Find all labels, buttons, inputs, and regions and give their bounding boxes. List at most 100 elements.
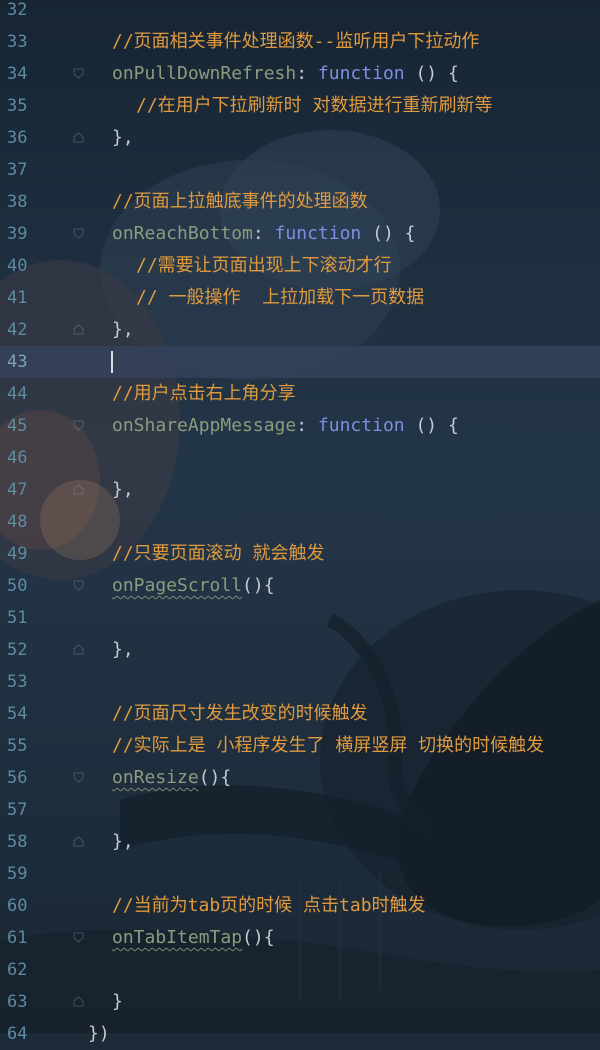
line-number: 36 bbox=[7, 128, 28, 148]
fold-start-icon[interactable] bbox=[73, 932, 84, 943]
fold-start-icon[interactable] bbox=[73, 228, 84, 239]
code-punctuation: }, bbox=[112, 831, 134, 852]
code-line[interactable]: 64}) bbox=[0, 1018, 600, 1050]
code-punctuation: } bbox=[112, 991, 123, 1012]
code-property: onShareAppMessage bbox=[112, 415, 297, 436]
code-line[interactable]: 37 bbox=[0, 154, 600, 186]
code-punctuation: }, bbox=[112, 127, 134, 148]
fold-end-icon[interactable] bbox=[73, 484, 84, 495]
line-number: 61 bbox=[7, 928, 28, 948]
code-line[interactable]: 40 //需要让页面出现上下滚动才行 bbox=[0, 250, 600, 282]
code-text: //用户点击右上角分享 bbox=[112, 378, 296, 410]
code-property: onTabItemTap bbox=[112, 927, 243, 948]
code-punctuation: }, bbox=[112, 639, 134, 660]
code-line[interactable]: 47}, bbox=[0, 474, 600, 506]
code-line[interactable]: 61 onTabItemTap(){ bbox=[0, 922, 600, 954]
code-line[interactable]: 41 // 一般操作 上拉加载下一页数据 bbox=[0, 282, 600, 314]
code-keyword: function bbox=[317, 415, 405, 436]
line-number: 57 bbox=[7, 800, 28, 820]
code-line[interactable]: 33 //页面相关事件处理函数--监听用户下拉动作 bbox=[0, 26, 600, 58]
fold-end-icon[interactable] bbox=[73, 996, 84, 1007]
code-line[interactable]: 56 onResize(){ bbox=[0, 762, 600, 794]
code-line[interactable]: 60 //当前为tab页的时候 点击tab时触发 bbox=[0, 890, 600, 922]
fold-start-icon[interactable] bbox=[73, 772, 84, 783]
code-text: onResize(){ bbox=[112, 762, 231, 794]
line-number: 45 bbox=[7, 416, 28, 436]
code-line[interactable]: 50 onPageScroll(){ bbox=[0, 570, 600, 602]
code-text: //只要页面滚动 就会触发 bbox=[112, 538, 325, 570]
fold-end-icon[interactable] bbox=[73, 836, 84, 847]
code-line[interactable]: 35 //在用户下拉刷新时 对数据进行重新刷新等 bbox=[0, 90, 600, 122]
line-number: 60 bbox=[7, 896, 28, 916]
line-number: 46 bbox=[7, 448, 28, 468]
line-number: 62 bbox=[7, 960, 28, 980]
fold-start-icon[interactable] bbox=[73, 420, 84, 431]
code-line[interactable]: 44 //用户点击右上角分享 bbox=[0, 378, 600, 410]
code-comment: //实际上是 小程序发生了 横屏竖屏 切换的时候触发 bbox=[112, 735, 545, 756]
code-line[interactable]: 42}, bbox=[0, 314, 600, 346]
code-line[interactable]: 34 onPullDownRefresh: function () { bbox=[0, 58, 600, 90]
code-punctuation: : bbox=[296, 415, 318, 436]
line-number: 40 bbox=[7, 256, 28, 276]
code-text: }, bbox=[112, 474, 134, 506]
code-line[interactable]: 53 bbox=[0, 666, 600, 698]
code-line[interactable]: 62 bbox=[0, 954, 600, 986]
line-number: 41 bbox=[7, 288, 28, 308]
code-property: onReachBottom bbox=[112, 223, 253, 244]
code-text: }, bbox=[112, 122, 134, 154]
code-line[interactable]: 59 bbox=[0, 858, 600, 890]
code-line[interactable]: 32 bbox=[0, 0, 600, 26]
code-line[interactable]: 55 //实际上是 小程序发生了 横屏竖屏 切换的时候触发 bbox=[0, 730, 600, 762]
code-editor[interactable]: 32 33 //页面相关事件处理函数--监听用户下拉动作 34 onPullDownRe… bbox=[0, 0, 600, 1050]
code-line[interactable]: 52}, bbox=[0, 634, 600, 666]
code-line[interactable]: 45 onShareAppMessage: function () { bbox=[0, 410, 600, 442]
line-number: 54 bbox=[7, 704, 28, 724]
fold-start-icon[interactable] bbox=[73, 68, 84, 79]
code-comment: //页面相关事件处理函数--监听用户下拉动作 bbox=[112, 31, 480, 52]
code-keyword: function bbox=[274, 223, 362, 244]
code-keyword: function bbox=[317, 63, 405, 84]
code-line[interactable]: 39 onReachBottom: function () { bbox=[0, 218, 600, 250]
code-line[interactable]: 43 bbox=[0, 346, 600, 378]
line-number: 48 bbox=[7, 512, 28, 532]
code-text: //需要让页面出现上下滚动才行 bbox=[136, 250, 392, 282]
code-text: //页面尺寸发生改变的时候触发 bbox=[112, 698, 368, 730]
code-property: onPageScroll bbox=[112, 575, 243, 596]
line-number: 38 bbox=[7, 192, 28, 212]
line-number: 52 bbox=[7, 640, 28, 660]
code-text: onReachBottom: function () { bbox=[112, 218, 415, 250]
code-line[interactable]: 49 //只要页面滚动 就会触发 bbox=[0, 538, 600, 570]
line-number: 34 bbox=[7, 64, 28, 84]
fold-end-icon[interactable] bbox=[73, 132, 84, 143]
code-line[interactable]: 63} bbox=[0, 986, 600, 1018]
code-text: onTabItemTap(){ bbox=[112, 922, 275, 954]
code-property: onResize bbox=[112, 767, 199, 788]
code-line[interactable]: 36}, bbox=[0, 122, 600, 154]
code-comment: //用户点击右上角分享 bbox=[112, 383, 296, 404]
code-line[interactable]: 48 bbox=[0, 506, 600, 538]
fold-start-icon[interactable] bbox=[73, 580, 84, 591]
code-line[interactable]: 38 //页面上拉触底事件的处理函数 bbox=[0, 186, 600, 218]
line-number: 55 bbox=[7, 736, 28, 756]
line-number: 49 bbox=[7, 544, 28, 564]
text-cursor bbox=[111, 351, 113, 373]
code-text: }, bbox=[112, 634, 134, 666]
fold-end-icon[interactable] bbox=[73, 324, 84, 335]
code-punctuation: (){ bbox=[242, 927, 275, 948]
code-text: // 一般操作 上拉加载下一页数据 bbox=[136, 282, 424, 314]
code-comment: //页面尺寸发生改变的时候触发 bbox=[112, 703, 368, 724]
line-number: 50 bbox=[7, 576, 28, 596]
line-number: 56 bbox=[7, 768, 28, 788]
code-line[interactable]: 51 bbox=[0, 602, 600, 634]
code-line[interactable]: 54 //页面尺寸发生改变的时候触发 bbox=[0, 698, 600, 730]
code-text: }, bbox=[112, 314, 134, 346]
code-text: //在用户下拉刷新时 对数据进行重新刷新等 bbox=[136, 90, 493, 122]
fold-end-icon[interactable] bbox=[73, 644, 84, 655]
code-line[interactable]: 58}, bbox=[0, 826, 600, 858]
code-line[interactable]: 46 bbox=[0, 442, 600, 474]
code-comment: // 一般操作 上拉加载下一页数据 bbox=[136, 287, 425, 308]
line-number: 32 bbox=[7, 0, 28, 20]
line-number: 39 bbox=[7, 224, 28, 244]
code-line[interactable]: 57 bbox=[0, 794, 600, 826]
code-text: //页面上拉触底事件的处理函数 bbox=[112, 186, 368, 218]
